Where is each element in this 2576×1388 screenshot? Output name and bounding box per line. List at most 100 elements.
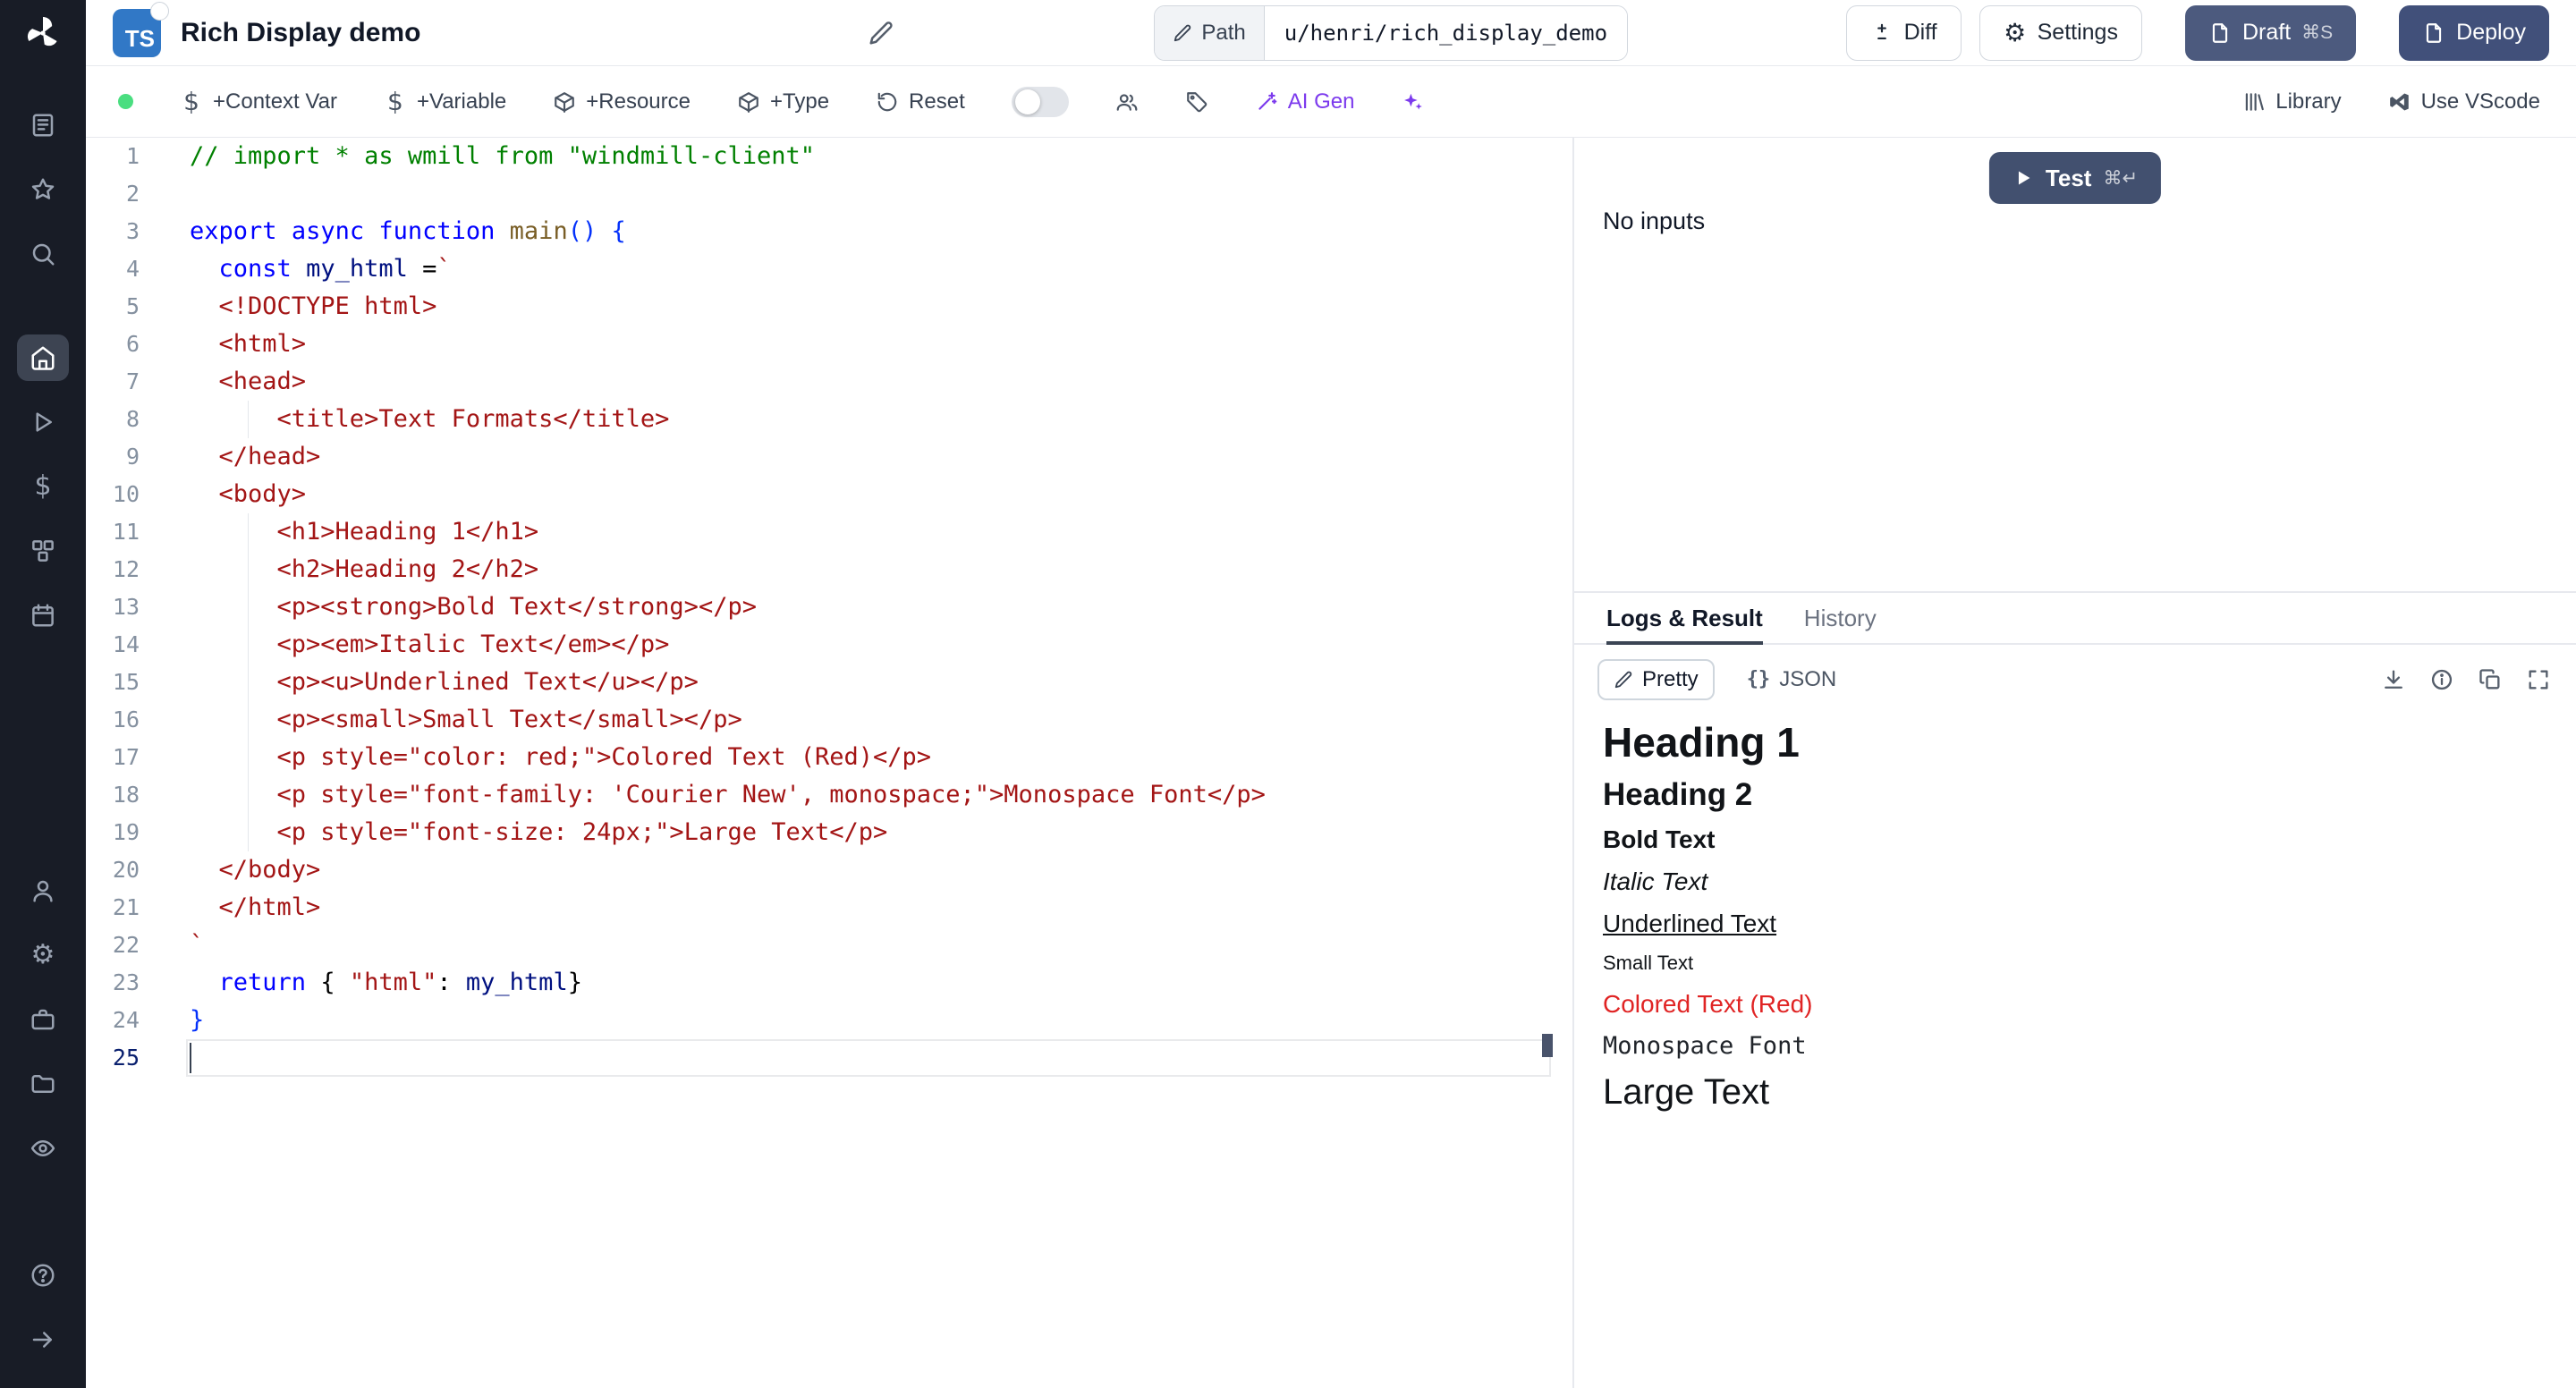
use-vscode-label: Use VScode (2421, 89, 2540, 114)
settings-button[interactable]: ⚙ Settings (1979, 5, 2142, 61)
line-number: 15 (86, 664, 140, 701)
content-area: 1// import * as wmill from "windmill-cli… (86, 138, 2576, 1388)
code-line-24[interactable]: 24} (86, 1002, 1553, 1039)
windmill-logo-icon[interactable] (22, 13, 64, 54)
code-line-22[interactable]: 22` (86, 927, 1553, 964)
info-icon (2429, 667, 2454, 692)
tab-logs-result[interactable]: Logs & Result (1606, 593, 1763, 643)
view-mode-json[interactable]: {} JSON (1731, 659, 1853, 700)
code-line-6[interactable]: 6 <html> (86, 326, 1553, 363)
sidebar-item-search[interactable] (17, 231, 69, 277)
test-button[interactable]: Test ⌘↵ (1989, 152, 2161, 204)
library-button[interactable]: Library (2242, 89, 2341, 114)
sidebar-item-expand[interactable] (17, 1316, 69, 1363)
code-line-12[interactable]: 12 <h2>Heading 2</h2> (86, 551, 1553, 588)
language-badge-typescript[interactable]: TS (113, 9, 161, 57)
gear-icon: ⚙ (2004, 21, 2027, 45)
edit-summary-button[interactable] (868, 20, 894, 47)
sidebar-item-users[interactable] (17, 868, 69, 914)
download-result-button[interactable] (2381, 667, 2406, 692)
copy-result-button[interactable] (2478, 667, 2503, 692)
code-line-14[interactable]: 14 <p><em>Italic Text</em></p> (86, 626, 1553, 664)
code-text: </head> (140, 438, 320, 476)
code-text: const my_html =` (140, 250, 452, 288)
code-line-23[interactable]: 23 return { "html": my_html} (86, 964, 1553, 1002)
vscode-icon (2388, 90, 2411, 114)
result-line-red: Colored Text (Red) (1603, 990, 2547, 1019)
sidebar-item-board[interactable] (17, 102, 69, 148)
line-number: 10 (86, 476, 140, 513)
toggle-knob (1015, 89, 1040, 114)
code-line-16[interactable]: 16 <p><small>Small Text</small></p> (86, 701, 1553, 739)
line-number: 22 (86, 927, 140, 964)
code-line-17[interactable]: 17 <p style="color: red;">Colored Text (… (86, 739, 1553, 776)
sidebar-item-settings[interactable]: ⚙ (17, 932, 69, 978)
refresh-icon (876, 90, 899, 114)
path-button[interactable]: Path (1155, 6, 1264, 60)
view-mode-pretty[interactable]: Pretty (1597, 659, 1715, 700)
line-number: 14 (86, 626, 140, 664)
sidebar-item-variables[interactable]: $ (17, 463, 69, 510)
panel-splitter-vertical[interactable] (1553, 138, 1574, 1388)
code-line-8[interactable]: 8 <title>Text Formats</title> (86, 401, 1553, 438)
line-number: 9 (86, 438, 140, 476)
sidebar-item-folders[interactable] (17, 1061, 69, 1107)
draft-button-label: Draft (2242, 20, 2291, 46)
code-line-2[interactable]: 2 (86, 175, 1553, 213)
code-text: <!DOCTYPE html> (140, 288, 436, 326)
gear-icon: ⚙ (30, 942, 56, 969)
code-line-21[interactable]: 21 </html> (86, 889, 1553, 927)
add-type-button[interactable]: +Type (737, 89, 829, 114)
code-line-5[interactable]: 5 <!DOCTYPE html> (86, 288, 1553, 326)
code-line-18[interactable]: 18 <p style="font-family: 'Courier New',… (86, 776, 1553, 814)
code-line-20[interactable]: 20 </body> (86, 851, 1553, 889)
line-number: 20 (86, 851, 140, 889)
pen-icon (1614, 670, 1633, 690)
sidebar-item-runs[interactable] (17, 399, 69, 445)
line-number: 16 (86, 701, 140, 739)
use-vscode-button[interactable]: Use VScode (2388, 89, 2540, 114)
sidebar-item-workers[interactable] (17, 996, 69, 1043)
code-line-7[interactable]: 7 <head> (86, 363, 1553, 401)
result-info-button[interactable] (2429, 667, 2454, 692)
multiplayer-toggle[interactable] (1012, 87, 1069, 117)
diff-button[interactable]: Diff (1846, 5, 1962, 61)
users-icon (1115, 90, 1139, 114)
code-line-19[interactable]: 19 <p style="font-size: 24px;">Large Tex… (86, 814, 1553, 851)
path-value[interactable]: u/henri/rich_display_demo (1265, 6, 1627, 60)
ai-sparkles-button[interactable] (1401, 90, 1424, 114)
dollar-icon: $ (180, 90, 203, 114)
download-icon (2381, 667, 2406, 692)
expand-result-button[interactable] (2526, 667, 2551, 692)
deploy-button[interactable]: Deploy (2399, 5, 2549, 61)
sidebar-item-home[interactable] (17, 334, 69, 381)
sidebar-item-schedules[interactable] (17, 592, 69, 639)
code-line-1[interactable]: 1// import * as wmill from "windmill-cli… (86, 138, 1553, 175)
collaborators-button[interactable] (1115, 90, 1139, 114)
code-line-3[interactable]: 3export async function main() { (86, 213, 1553, 250)
ai-gen-button[interactable]: AI Gen (1255, 89, 1355, 114)
code-line-4[interactable]: 4 const my_html =` (86, 250, 1553, 288)
tab-history[interactable]: History (1804, 593, 1877, 643)
sidebar-item-audit-logs[interactable] (17, 1125, 69, 1172)
code-line-25[interactable]: 25 (86, 1039, 1553, 1077)
sidebar-item-help[interactable] (17, 1252, 69, 1299)
add-resource-button[interactable]: +Resource (553, 89, 691, 114)
draft-button[interactable]: Draft ⌘S (2185, 5, 2356, 61)
pencil-icon (1173, 23, 1192, 43)
result-line-italic: Italic Text (1603, 868, 2547, 896)
reset-button[interactable]: Reset (876, 89, 965, 114)
format-button[interactable] (1185, 90, 1208, 114)
code-text: <h2>Heading 2</h2> (140, 551, 538, 588)
code-line-15[interactable]: 15 <p><u>Underlined Text</u></p> (86, 664, 1553, 701)
add-context-var-button[interactable]: $ +Context Var (180, 89, 337, 114)
script-title: Rich Display demo (181, 18, 420, 48)
sidebar-item-resources[interactable] (17, 528, 69, 574)
add-variable-button[interactable]: $ +Variable (384, 89, 506, 114)
code-editor[interactable]: 1// import * as wmill from "windmill-cli… (86, 138, 1553, 1388)
code-line-13[interactable]: 13 <p><strong>Bold Text</strong></p> (86, 588, 1553, 626)
code-line-10[interactable]: 10 <body> (86, 476, 1553, 513)
code-line-11[interactable]: 11 <h1>Heading 1</h1> (86, 513, 1553, 551)
sidebar-item-favorites[interactable] (17, 166, 69, 213)
code-line-9[interactable]: 9 </head> (86, 438, 1553, 476)
